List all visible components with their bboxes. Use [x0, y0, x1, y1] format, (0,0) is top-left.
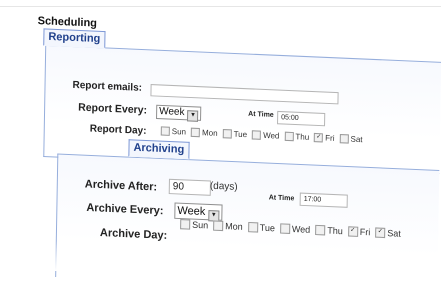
day-option[interactable]: Tue	[247, 221, 275, 234]
checkbox-label: Mon	[201, 128, 218, 138]
day-option[interactable]: ✓ Fri	[347, 226, 371, 238]
report-day-label: Report Day:	[89, 123, 147, 137]
checkbox-label: Thu	[327, 225, 343, 237]
day-option[interactable]: Sun	[180, 219, 208, 230]
report-every-value: Week	[159, 105, 185, 119]
checkbox[interactable]: ✓	[347, 226, 358, 237]
day-option[interactable]: Tue	[222, 129, 248, 140]
checkbox[interactable]	[222, 129, 232, 139]
checkbox[interactable]: ✓	[375, 227, 386, 239]
day-option[interactable]: Mon	[190, 127, 218, 138]
checkbox-label: Fri	[325, 133, 335, 143]
section-title: Scheduling	[37, 14, 98, 30]
day-option[interactable]: Thu	[284, 131, 310, 142]
checkbox[interactable]	[160, 126, 170, 136]
day-option[interactable]: Thu	[315, 224, 343, 237]
checkbox[interactable]	[213, 220, 224, 232]
checkbox[interactable]: ✓	[314, 132, 324, 143]
day-option[interactable]: Sat	[339, 134, 363, 145]
checkbox-label: Wed	[263, 130, 280, 141]
report-at-time-label: At Time	[248, 110, 274, 119]
checkbox[interactable]	[279, 223, 290, 234]
checkbox[interactable]	[180, 219, 191, 230]
day-option[interactable]: ✓ Sat	[375, 227, 401, 239]
checkbox[interactable]	[252, 130, 262, 140]
archive-at-time-input[interactable]: 17:00	[299, 192, 348, 208]
archive-every-value: Week	[177, 204, 206, 219]
checkbox-label: Thu	[295, 132, 310, 142]
day-option[interactable]: Mon	[213, 220, 243, 232]
checkbox-label: Fri	[359, 226, 371, 238]
archive-at-time-label: At Time	[268, 194, 295, 203]
tab-reporting[interactable]: Reporting	[43, 28, 106, 49]
checkbox-label: Tue	[259, 222, 275, 234]
checkbox-label: Mon	[225, 220, 243, 232]
day-option[interactable]: Wed	[252, 130, 280, 141]
checkbox-label: Sat	[387, 227, 401, 239]
checkbox-label: Sun	[192, 219, 209, 231]
checkbox[interactable]	[190, 127, 201, 138]
report-every-select[interactable]: Week ▼	[156, 104, 202, 122]
checkbox[interactable]	[284, 131, 294, 142]
report-at-time-input[interactable]: 05:00	[277, 110, 326, 127]
checkbox[interactable]	[339, 134, 349, 144]
checkbox-label: Sat	[350, 134, 363, 145]
tab-archiving[interactable]: Archiving	[128, 139, 190, 160]
checkbox[interactable]	[247, 221, 258, 233]
checkbox-label: Tue	[233, 129, 248, 140]
archive-every-select[interactable]: Week ▼	[174, 202, 223, 222]
archive-after-input[interactable]: 90	[168, 178, 211, 196]
day-option[interactable]: Sun	[160, 126, 187, 137]
archive-after-unit: (days)	[209, 180, 238, 193]
checkbox[interactable]	[315, 224, 326, 236]
day-option[interactable]: Wed	[279, 223, 311, 235]
checkbox-label: Wed	[291, 223, 311, 235]
day-option[interactable]: ✓ Fri	[314, 132, 335, 143]
checkbox-label: Sun	[171, 126, 187, 137]
scheduling-form: Scheduling Reporting Report emails: Repo…	[0, 0, 441, 295]
chevron-down-icon: ▼	[187, 110, 199, 122]
